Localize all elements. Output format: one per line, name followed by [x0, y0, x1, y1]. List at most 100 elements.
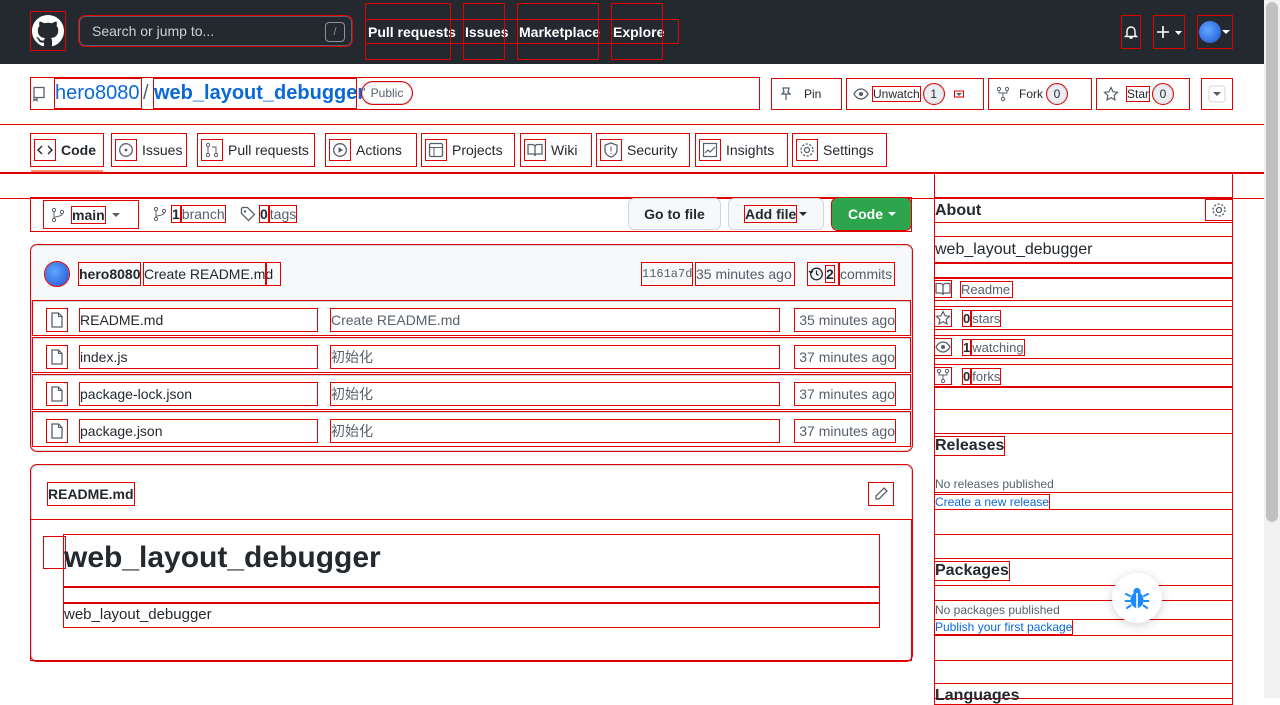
unwatch-button[interactable]: Unwatch 1	[846, 78, 984, 110]
file-name-link[interactable]: package-lock.json	[79, 382, 318, 406]
commit-message-extra	[265, 262, 281, 286]
branch-select-button[interactable]: main	[43, 200, 139, 229]
file-commit-time: 37 minutes ago	[794, 345, 896, 369]
avatar[interactable]	[44, 261, 70, 287]
repo-owner-link[interactable]: hero8080	[54, 78, 142, 109]
create-new-icon[interactable]	[1153, 15, 1185, 49]
issue-opened-icon	[115, 139, 137, 161]
about-footer	[934, 386, 1233, 410]
chevron-down-icon	[1222, 30, 1230, 34]
tab-security[interactable]: Security	[596, 133, 690, 167]
releases-empty-text: No releases published	[935, 477, 1054, 491]
chevron-down-icon	[1208, 85, 1226, 103]
search-input[interactable]: Search or jump to... /	[78, 15, 353, 47]
bell-icon[interactable]	[1121, 15, 1141, 49]
eye-icon	[934, 338, 952, 356]
add-file-button[interactable]: Add file	[728, 198, 824, 230]
stars-label: stars	[971, 309, 1002, 327]
book-icon	[524, 139, 546, 161]
table-icon	[425, 139, 447, 161]
tab-pull-requests[interactable]: Pull requests	[197, 133, 315, 167]
tag-label: tags	[268, 205, 298, 223]
forks-label: forks	[971, 367, 1002, 385]
packages-empty-text: No packages published	[934, 600, 1233, 620]
tab-wiki[interactable]: Wiki	[520, 133, 592, 167]
star-icon	[934, 309, 952, 327]
pencil-icon[interactable]	[868, 482, 894, 506]
star-count: 0	[1152, 83, 1175, 105]
eye-icon	[853, 88, 869, 100]
history-icon[interactable]: 2	[807, 262, 839, 286]
create-release-link[interactable]: Create a new release	[933, 494, 1051, 510]
avatar	[1199, 21, 1221, 43]
repo-description: web_layout_debugger	[934, 236, 1233, 264]
tags-link[interactable]: 0 tags	[240, 203, 298, 225]
tab-label: Projects	[452, 142, 503, 158]
readme-link[interactable]: Readme	[934, 279, 1014, 299]
watching-link[interactable]: 1 watching	[934, 337, 1025, 357]
releases-title[interactable]: Releases	[933, 436, 1006, 456]
go-to-file-button[interactable]: Go to file	[628, 198, 721, 230]
pin-button[interactable]: Pin	[771, 78, 842, 110]
star-button[interactable]: Star 0	[1096, 78, 1190, 110]
file-commit-time: 37 minutes ago	[794, 382, 896, 406]
play-icon	[329, 139, 351, 161]
tab-actions[interactable]: Actions	[325, 133, 417, 167]
commits-link[interactable]: commits	[839, 262, 895, 286]
file-icon	[46, 345, 68, 369]
github-logo-icon[interactable]	[30, 11, 66, 51]
pin-label: Pin	[804, 87, 822, 101]
tab-insights[interactable]: Insights	[695, 133, 788, 167]
packages-title[interactable]: Packages	[934, 561, 1010, 581]
tab-label: Actions	[356, 142, 402, 158]
git-pull-request-icon	[201, 139, 223, 161]
commit-count: 2	[825, 265, 835, 283]
nav-label: Marketplace	[519, 23, 600, 40]
commit-message[interactable]: Create README.md	[143, 262, 273, 286]
gear-icon[interactable]	[1205, 199, 1233, 221]
publish-package-link[interactable]: Publish your first package	[933, 619, 1074, 635]
commit-sha[interactable]: 1161a7d	[640, 262, 694, 286]
branches-link[interactable]: 1 branch	[152, 203, 226, 225]
star-list-dropdown[interactable]	[1201, 78, 1233, 110]
file-name-link[interactable]: package.json	[79, 419, 318, 443]
search-placeholder: Search or jump to...	[92, 23, 215, 39]
readme-filename[interactable]: README.md	[47, 482, 135, 506]
gear-icon	[796, 139, 818, 161]
tab-projects[interactable]: Projects	[421, 133, 515, 167]
nav-label: Explore	[613, 23, 665, 40]
tab-issues[interactable]: Issues	[111, 133, 187, 167]
commit-author[interactable]: hero8080	[77, 262, 142, 286]
user-avatar-menu[interactable]	[1197, 15, 1233, 49]
file-commit-message[interactable]: Create README.md	[330, 308, 780, 332]
file-name-link[interactable]: index.js	[79, 345, 318, 369]
search-shortcut-key: /	[325, 22, 345, 42]
code-label: Code	[848, 206, 883, 222]
anchor-link-icon[interactable]	[43, 536, 66, 569]
file-commit-message[interactable]: 初始化	[330, 382, 780, 406]
forks-link[interactable]: 0 forks	[934, 366, 1002, 386]
pin-icon	[780, 87, 792, 100]
scrollbar-thumb[interactable]	[1266, 2, 1278, 522]
nav-pull-requests[interactable]: Pull requests	[365, 3, 456, 60]
branch-count: 1	[171, 205, 181, 223]
nav-issues[interactable]: Issues	[463, 3, 509, 60]
file-commit-message[interactable]: 初始化	[330, 419, 780, 443]
watching-label: watching	[971, 338, 1025, 356]
nav-explore[interactable]: Explore	[611, 3, 665, 60]
latest-commit-row: hero8080 Create README.md 1161a7d 35 min…	[31, 246, 911, 300]
chevron-down-icon	[799, 212, 808, 216]
tab-code[interactable]: Code	[30, 133, 104, 167]
fork-label: Fork	[1019, 87, 1043, 101]
file-commit-message[interactable]: 初始化	[330, 345, 780, 369]
stars-link[interactable]: 0 stars	[934, 308, 1002, 328]
selected-tab-underline	[31, 170, 103, 172]
code-button[interactable]: Code	[831, 197, 912, 231]
tab-label: Issues	[142, 142, 183, 158]
debugger-bug-button[interactable]	[1112, 573, 1162, 623]
repo-name-link[interactable]: web_layout_debugger	[153, 78, 365, 109]
fork-button[interactable]: Fork 0	[988, 78, 1092, 110]
tab-settings[interactable]: Settings	[792, 133, 887, 167]
file-name-link[interactable]: README.md	[79, 308, 318, 332]
nav-marketplace[interactable]: Marketplace	[517, 3, 600, 60]
